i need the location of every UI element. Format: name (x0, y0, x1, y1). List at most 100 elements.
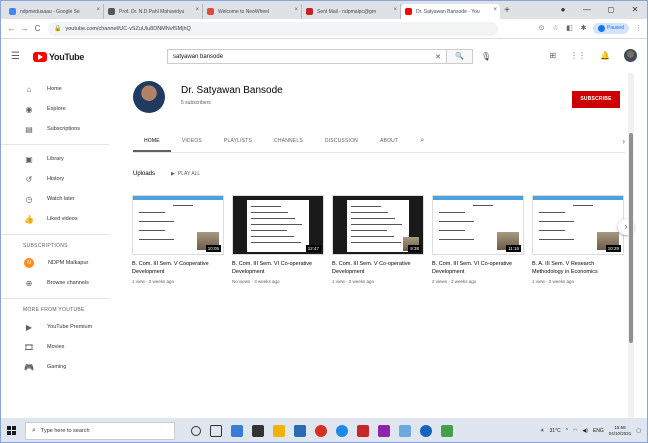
hamburger-menu-icon[interactable]: ☰ (11, 51, 23, 62)
browser-tab[interactable]: Sent Mail - ndpmaipc@gm × (302, 4, 401, 19)
tab-search-icon[interactable]: ● (551, 1, 575, 19)
sidebar-item[interactable]: N NDPM Malkapur (1, 253, 109, 273)
opera-icon[interactable] (315, 424, 327, 437)
task-view-icon[interactable] (210, 424, 222, 437)
help-icon[interactable] (420, 424, 432, 437)
close-tab-icon[interactable]: × (96, 7, 100, 13)
tab-title: Welcome to NeoWheel (218, 8, 270, 15)
microphone-icon[interactable]: 🎙 (481, 52, 491, 61)
mail-icon[interactable] (294, 424, 306, 437)
search-button[interactable]: 🔍 (447, 49, 473, 64)
sidebar-item[interactable]: 🎮 Gaming (1, 357, 109, 377)
create-video-icon[interactable]: ⊞ (549, 51, 556, 60)
address-bar[interactable]: 🔒 youtube.com/channel/UC-vSZuUlu8DNMNvfS… (48, 21, 498, 36)
video-thumbnail[interactable]: 12:47 (232, 195, 324, 255)
channel-tab[interactable]: ABOUT (369, 138, 409, 152)
menu-kebab-icon[interactable]: ⋮ (634, 24, 643, 33)
store-icon[interactable] (252, 424, 264, 437)
notification-center-icon[interactable]: ▢ (636, 428, 641, 434)
app-green-icon[interactable] (441, 424, 453, 437)
puzzle-icon[interactable]: ✱ (579, 24, 588, 33)
video-title[interactable]: B. Com. III Sem. V Co-operative Developm… (332, 260, 424, 276)
video-card[interactable]: 12:47 B. Com. III Sem. VI Co-operative De… (232, 195, 324, 284)
browser-tab[interactable]: ndpmedusaau - Google Se × (5, 4, 104, 19)
channel-avatar[interactable] (133, 81, 165, 113)
sidebar-item[interactable]: 🎞 Movies (1, 337, 109, 357)
close-tab-icon[interactable]: × (393, 7, 397, 13)
page-scrollbar[interactable] (628, 73, 634, 418)
sidebar-item[interactable]: ▶ YouTube Premium (1, 317, 109, 337)
sidebar-item[interactable]: ↺ History (1, 169, 109, 189)
youtube-logo[interactable]: YouTube (33, 51, 84, 62)
tabs-next-chevron-icon[interactable]: › (622, 137, 625, 152)
edge-browser-icon[interactable] (231, 424, 243, 437)
video-card[interactable]: 9:38 B. Com. III Sem. V Co-operative Deve… (332, 195, 424, 284)
back-arrow-icon[interactable]: ← (5, 24, 18, 33)
reload-icon[interactable]: C (31, 24, 44, 33)
taskbar-search-input[interactable]: ⌕ Type here to search (25, 421, 175, 440)
extension-icon[interactable]: ◧ (565, 24, 574, 33)
sidebar-item[interactable]: ◷ Watch later (1, 189, 109, 209)
video-thumbnail[interactable]: 10:29 (532, 195, 624, 255)
play-all-button[interactable]: ▶ PLAY ALL (171, 171, 200, 177)
language-indicator[interactable]: ENG (593, 428, 604, 434)
browser-tab[interactable]: Welcome to NeoWheel × (203, 4, 302, 19)
windows-start-button[interactable] (1, 418, 21, 442)
uploads-title[interactable]: Uploads (133, 171, 155, 177)
clear-search-icon[interactable]: ✕ (435, 53, 441, 61)
video-card[interactable]: 10:29 B. A. III Sem. V Research Methodolo… (532, 195, 624, 284)
search-input[interactable]: satyawan bansode ✕ (167, 49, 447, 64)
volume-icon[interactable]: ◀) (582, 428, 588, 434)
channel-tab[interactable]: CHANNELS (263, 138, 314, 152)
minimize-icon[interactable]: — (575, 1, 599, 19)
close-tab-icon[interactable]: × (493, 7, 497, 13)
account-avatar[interactable] (624, 49, 637, 62)
channel-tab[interactable]: VIDEOS (171, 138, 213, 152)
network-icon[interactable]: ◠ (573, 428, 577, 434)
notifications-bell-icon[interactable]: 🔔 (600, 51, 610, 60)
channel-tab[interactable]: HOME (133, 138, 171, 152)
weather-temp[interactable]: 31°C (549, 428, 560, 434)
apps-grid-icon[interactable]: ⋮⋮ (570, 51, 586, 60)
channel-tab[interactable]: DISCUSSION (314, 138, 369, 152)
video-card[interactable]: 10:05 B. Com. III Sem. V Cooperative Deve… (132, 195, 224, 284)
video-title[interactable]: B. Com. III Sem. V Cooperative Developme… (132, 260, 224, 276)
close-tab-icon[interactable]: × (294, 7, 298, 13)
video-thumbnail[interactable]: 11:16 (432, 195, 524, 255)
subscribe-button[interactable]: SUBSCRIBE (572, 91, 620, 108)
sidebar-item[interactable]: ⊕ Browse channels (1, 273, 109, 293)
sidebar-item[interactable]: ◉ Explore (1, 99, 109, 119)
sidebar-item[interactable]: 👍 Liked videos (1, 209, 109, 229)
maximize-icon[interactable]: ◻ (599, 1, 623, 19)
browser-tab[interactable]: Prof. Dr. N.D.Pahl Mahavidyu × (104, 4, 203, 19)
cortana-icon[interactable] (191, 425, 201, 436)
sidebar-item[interactable]: ▣ Library (1, 149, 109, 169)
clock[interactable]: 15:58 04/10/2021 (609, 425, 632, 437)
new-tab-icon[interactable]: + (500, 4, 514, 19)
browser-tab[interactable]: Dr. Satyawan Bansode - You × (401, 4, 500, 19)
weather-icon[interactable]: ☀ (540, 428, 544, 434)
app-purple-icon[interactable] (378, 424, 390, 437)
tray-chevron-icon[interactable]: ^ (566, 428, 568, 434)
profile-paused-button[interactable]: Paused (593, 23, 629, 34)
channel-tab[interactable]: PLAYLISTS (213, 138, 263, 152)
star-icon[interactable]: ☆ (551, 24, 560, 33)
app-red-icon[interactable] (357, 424, 369, 437)
channel-search-icon[interactable]: ⌕ (409, 137, 435, 152)
video-title[interactable]: B. Com. III Sem. VI Co-operative Develop… (232, 260, 324, 276)
forward-arrow-icon[interactable]: → (18, 24, 31, 33)
zoom-icon[interactable]: ⊙ (537, 24, 546, 33)
video-title[interactable]: B. Com. III Sem. VI Co-operative Develop… (432, 260, 524, 276)
close-tab-icon[interactable]: × (195, 7, 199, 13)
sidebar-item[interactable]: ⌂ Home (1, 79, 109, 99)
photos-icon[interactable] (399, 424, 411, 437)
sidebar-item[interactable]: ▤ Subscriptions (1, 119, 109, 139)
scrollbar-thumb[interactable] (629, 133, 633, 343)
video-title[interactable]: B. A. III Sem. V Research Methodology in… (532, 260, 624, 276)
video-card[interactable]: 11:16 B. Com. III Sem. VI Co-operative De… (432, 195, 524, 284)
chrome-icon[interactable] (336, 424, 348, 437)
close-window-icon[interactable]: ✕ (623, 1, 647, 19)
video-thumbnail[interactable]: 10:05 (132, 195, 224, 255)
video-thumbnail[interactable]: 9:38 (332, 195, 424, 255)
file-explorer-icon[interactable] (273, 424, 285, 437)
